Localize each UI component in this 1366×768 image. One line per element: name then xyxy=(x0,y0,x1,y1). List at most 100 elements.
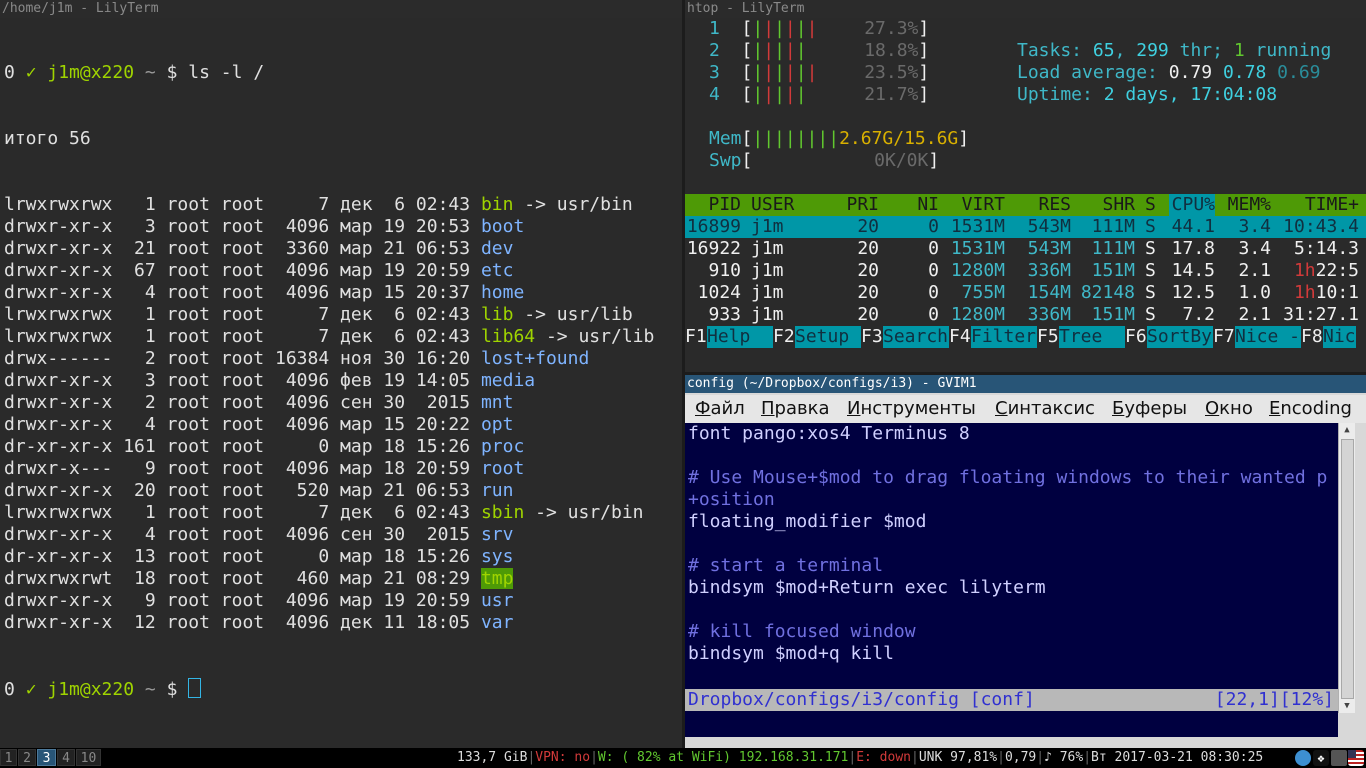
scrollbar-thumb[interactable] xyxy=(1341,439,1354,699)
file-name: proc xyxy=(480,436,525,457)
terminal-window-home[interactable]: /home/j1m - LilyTerm 0 ✓ j1m@x220 ~ $ ls… xyxy=(0,0,682,748)
dropbox-tray-icon[interactable]: ❖ xyxy=(1313,750,1329,766)
fkey-label[interactable]: SortBy xyxy=(1147,326,1213,348)
status-position: [22,1][12%] xyxy=(1214,689,1334,710)
audio-tray-icon[interactable] xyxy=(1331,750,1347,766)
fkey-f4[interactable]: F4 xyxy=(949,326,971,348)
file-group: root xyxy=(220,568,265,589)
menu-item[interactable]: Буферы xyxy=(1112,395,1187,423)
column-header-pid[interactable]: PID xyxy=(685,194,741,216)
menu-item[interactable]: Правка xyxy=(761,395,830,423)
workspace-button-4[interactable]: 4 xyxy=(57,749,75,766)
column-header-user[interactable]: USER xyxy=(751,194,811,216)
us-flag-tray-icon[interactable] xyxy=(1348,750,1364,766)
process-s: S xyxy=(1145,304,1156,325)
fkey-label[interactable]: Tree xyxy=(1059,326,1125,348)
scroll-up-arrow-icon[interactable]: ▲ xyxy=(1339,423,1355,437)
column-header-pri[interactable]: PRI xyxy=(835,194,879,216)
fkey-f8[interactable]: F8 xyxy=(1301,326,1323,348)
editor-buffer[interactable]: font pango:xos4 Terminus 8 # Use Mouse+$m… xyxy=(685,423,1338,737)
file-permissions: drwxr-xr-x xyxy=(4,282,113,303)
status-line: 133,7 GiB|VPN: no|W: ( 82% at WiFi) 192.… xyxy=(457,750,1264,765)
file-name: etc xyxy=(480,260,514,281)
terminal-output[interactable]: 0 ✓ j1m@x220 ~ $ ls -l / итого 56 lrwxrw… xyxy=(4,18,682,748)
cpu-percent: 27.3% xyxy=(864,18,919,39)
menu-item[interactable]: Синтаксис xyxy=(995,395,1095,423)
workspace-button-3[interactable]: 3 xyxy=(37,749,56,766)
file-size: 0 xyxy=(274,436,330,457)
column-header-ni[interactable]: NI xyxy=(895,194,939,216)
column-header-res[interactable]: RES xyxy=(1005,194,1071,216)
link-count: 67 xyxy=(123,260,156,281)
text-cursor xyxy=(188,678,202,698)
clock: Вт 2017-03-21 08:30:25 xyxy=(1091,750,1264,765)
file-month: мар xyxy=(340,238,373,259)
file-permissions: lrwxrwxrwx xyxy=(4,304,113,325)
fkey-f2[interactable]: F2 xyxy=(773,326,795,348)
process-row[interactable]: 16922 j1m 20 0 1531M 543M 111M S 17.8 3.4 5:14.3 xyxy=(685,238,1366,260)
link-count: 9 xyxy=(123,590,156,611)
menu-item[interactable]: Encoding xyxy=(1269,395,1352,423)
ls-row: dr-xr-xr-x 13 root root 0 мар 18 15:26 s… xyxy=(4,546,682,568)
column-header-cpu[interactable]: CPU% xyxy=(1169,194,1215,216)
process-res: 336M xyxy=(1027,260,1071,281)
file-time: 02:43 xyxy=(415,194,471,215)
process-time: 1h22:5 xyxy=(1273,260,1359,282)
cpu-number: 1 xyxy=(709,18,720,39)
column-header-virt[interactable]: VIRT xyxy=(941,194,1005,216)
process-row[interactable]: 910 j1m 20 0 1280M 336M 151M S 14.5 2.1 1h22:5 xyxy=(685,260,1366,282)
scroll-down-arrow-icon[interactable]: ▼ xyxy=(1339,699,1355,713)
fkey-f3[interactable]: F3 xyxy=(861,326,883,348)
file-time: 20:53 xyxy=(415,216,471,237)
gvim-window[interactable]: config (~/Dropbox/configs/i3) - GVIM1 Фа… xyxy=(685,375,1366,748)
column-header-s[interactable]: S xyxy=(1145,194,1159,216)
workspace-button-1[interactable]: 1 xyxy=(0,749,17,766)
file-permissions: lrwxrwxrwx xyxy=(4,194,113,215)
file-group: root xyxy=(220,392,265,413)
htop-window[interactable]: htop - LilyTerm 1 [|||||| 27.3%] 2 [||||| 1… xyxy=(685,0,1366,372)
file-group: root xyxy=(220,436,265,457)
fkey-f6[interactable]: F6 xyxy=(1125,326,1147,348)
file-size: 4096 xyxy=(274,458,330,479)
file-owner: root xyxy=(166,194,210,215)
column-header-mem[interactable]: MEM% xyxy=(1221,194,1271,216)
fkey-f1[interactable]: F1 xyxy=(685,326,707,348)
process-mem: 1.0 xyxy=(1238,282,1271,303)
fkey-label[interactable]: Nic xyxy=(1323,326,1356,348)
process-row[interactable]: 1024 j1m 20 0 755M 154M 82148 S 12.5 1.0 1h10:1 xyxy=(685,282,1366,304)
fkey-f5[interactable]: F5 xyxy=(1037,326,1059,348)
fkey-label[interactable]: Setup xyxy=(795,326,861,348)
config-code-line xyxy=(688,445,1338,467)
process-table-header[interactable]: PID USER PRI NI VIRT RES SHR S CPU% MEM% TIME+ xyxy=(685,194,1366,216)
config-code-line: font pango:xos4 Terminus 8 xyxy=(688,423,970,444)
process-s: S xyxy=(1145,238,1156,259)
fkey-label[interactable]: Filter xyxy=(971,326,1037,348)
process-row[interactable]: 16899 j1m 20 0 1531M 543M 111M S 44.1 3.4 10:43.4 xyxy=(685,216,1366,238)
file-group: root xyxy=(220,370,265,391)
fkey-label[interactable]: Search xyxy=(883,326,949,348)
vertical-scrollbar[interactable]: ▲ ▼ xyxy=(1338,423,1355,713)
column-header-shr[interactable]: SHR xyxy=(1071,194,1135,216)
file-month: дек xyxy=(340,502,373,523)
fkey-f7[interactable]: F7 xyxy=(1213,326,1235,348)
process-ni: 0 xyxy=(928,216,939,237)
file-size: 4096 xyxy=(274,370,330,391)
menu-item[interactable]: Инструменты xyxy=(847,395,976,423)
column-header-time[interactable]: TIME+ xyxy=(1273,194,1359,216)
menu-item[interactable]: Файл xyxy=(695,395,745,423)
process-virt: 1531M xyxy=(950,238,1005,259)
fkey-label[interactable]: Help xyxy=(707,326,773,348)
config-code-line xyxy=(688,533,1338,555)
file-owner: root xyxy=(166,238,210,259)
process-ni: 0 xyxy=(928,304,939,325)
process-mem: 2.1 xyxy=(1238,304,1271,325)
process-mem: 3.4 xyxy=(1238,216,1271,237)
process-pri: 20 xyxy=(857,260,879,281)
process-row[interactable]: 933 j1m 20 0 1280M 336M 151M S 7.2 2.1 31:27.1 xyxy=(685,304,1366,326)
fkey-label[interactable]: Nice - xyxy=(1235,326,1301,348)
workspace-button-10[interactable]: 10 xyxy=(76,749,101,766)
workspace-button-2[interactable]: 2 xyxy=(18,749,36,766)
prompt-line-current[interactable]: 0 ✓ j1m@x220 ~ $ xyxy=(4,678,682,700)
menu-item[interactable]: Окно xyxy=(1205,395,1253,423)
network-tray-icon[interactable] xyxy=(1295,750,1311,766)
